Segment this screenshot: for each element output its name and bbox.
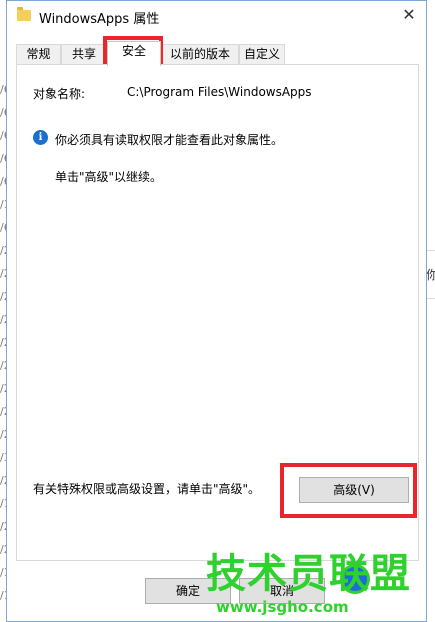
title-bar[interactable]: WindowsApps 属性 ✕: [7, 1, 426, 31]
folder-icon: [17, 7, 31, 21]
info-icon: i: [33, 130, 48, 145]
tab-customize[interactable]: 自定义: [239, 44, 285, 65]
continue-instruction: 单击"高级"以继续。: [55, 170, 163, 184]
tab-general[interactable]: 常规: [16, 44, 61, 65]
background-right-text: 你: [426, 268, 435, 282]
watermark-brand: 技术员联盟: [206, 551, 411, 597]
watermark-site: www.jsgho.com: [216, 598, 349, 616]
close-button[interactable]: ✕: [400, 6, 418, 24]
tab-bar: 常规 共享 安全 以前的版本 自定义: [16, 41, 416, 66]
tab-previous-versions[interactable]: 以前的版本: [161, 44, 239, 65]
advanced-button-highlight: [280, 463, 417, 518]
permission-required-message: 你必须具有读取权限才能查看此对象属性。: [55, 133, 284, 147]
dialog-title: WindowsApps 属性: [39, 12, 160, 27]
tab-security[interactable]: 安全: [107, 41, 161, 66]
properties-dialog: WindowsApps 属性 ✕ 常规 共享 安全 以前的版本 自定义 对象名称…: [6, 0, 427, 622]
object-name-value: C:\Program Files\WindowsApps: [127, 85, 312, 99]
tab-sharing[interactable]: 共享: [61, 44, 107, 65]
object-name-label: 对象名称:: [33, 87, 86, 101]
special-permissions-text: 有关特殊权限或高级设置，请单击"高级"。: [33, 482, 261, 496]
